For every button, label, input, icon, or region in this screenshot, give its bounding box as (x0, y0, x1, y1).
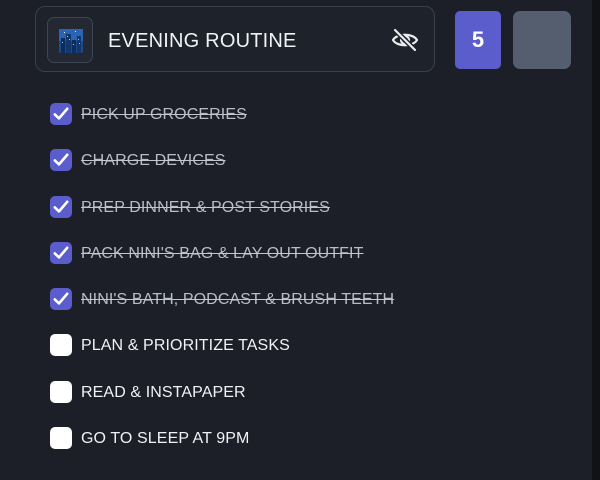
eye-off-icon[interactable] (390, 27, 420, 53)
task-count-badge[interactable]: 5 (455, 11, 501, 69)
window-edge (592, 0, 600, 480)
checkmark-icon (53, 246, 69, 259)
checkbox-checked[interactable] (50, 195, 72, 218)
city-night-icon[interactable] (47, 17, 93, 63)
checkbox-checked[interactable] (50, 149, 72, 172)
task-label: PICK UP GROCERIES (81, 106, 247, 123)
task-label: PLAN & PRIORITIZE TASKS (81, 337, 290, 355)
checkbox-checked[interactable] (50, 241, 72, 264)
checkbox-checked[interactable] (50, 288, 72, 311)
checkbox-checked[interactable] (50, 103, 72, 125)
task-label: NINI'S BATH, PODCAST & BRUSH TEETH (81, 291, 395, 309)
checkmark-icon (53, 153, 69, 166)
checkbox-unchecked[interactable] (50, 380, 72, 403)
checkmark-icon (53, 292, 69, 305)
routine-title: EVENING ROUTINE (108, 30, 297, 52)
checkmark-icon (53, 107, 69, 120)
task-label: PACK NINI'S BAG & LAY OUT OUTFIT (81, 244, 364, 262)
checkmark-icon (53, 200, 69, 213)
task-label: READ & INSTAPAPER (81, 383, 246, 401)
checkbox-unchecked[interactable] (50, 427, 72, 450)
color-swatch-button[interactable] (513, 11, 571, 69)
checkbox-unchecked[interactable] (50, 334, 72, 357)
task-label: GO TO SLEEP AT 9PM (81, 430, 250, 448)
task-label: CHARGE DEVICES (81, 152, 226, 170)
routine-page: EVENING ROUTINE 5 PICK UP GROCERIES CHARG… (0, 0, 600, 480)
routine-header[interactable]: EVENING ROUTINE (35, 6, 435, 72)
task-label: PREP DINNER & POST STORIES (81, 198, 330, 216)
